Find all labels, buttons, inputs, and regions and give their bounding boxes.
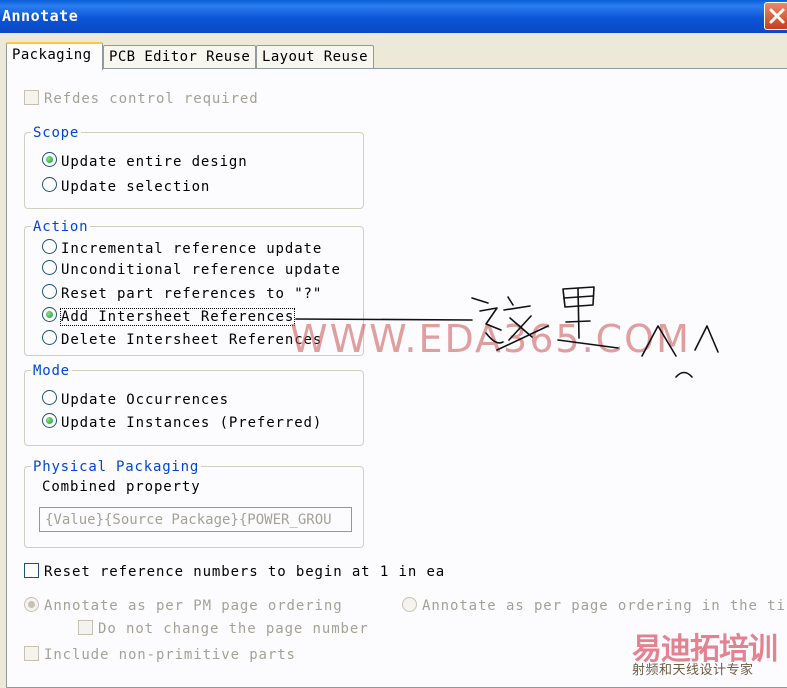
tab-packaging[interactable]: Packaging — [6, 42, 103, 70]
action-unconditional-radio[interactable] — [42, 260, 57, 275]
ordering-pm-label: Annotate as per PM page ordering — [44, 598, 343, 614]
action-reset-part-radio[interactable] — [42, 284, 57, 299]
action-incremental-label: Incremental reference update — [61, 241, 323, 257]
tab-packaging-label: Packaging — [12, 47, 92, 63]
action-legend: Action — [31, 219, 91, 235]
scope-entire-design-radio[interactable] — [42, 152, 57, 167]
do-not-change-page-label: Do not change the page number — [98, 621, 369, 637]
action-add-intersheet-label: Add Intersheet References — [59, 308, 296, 326]
mode-group — [24, 370, 364, 446]
combined-property-field[interactable]: {Value}{Source Package}{POWER_GROU — [39, 507, 352, 532]
combined-property-label: Combined property — [42, 479, 201, 495]
close-icon — [769, 8, 785, 24]
refdes-control-label: Refdes control required — [44, 91, 259, 107]
action-unconditional-label: Unconditional reference update — [61, 262, 341, 278]
mode-occurrences-radio[interactable] — [42, 390, 57, 405]
scope-selection-radio[interactable] — [42, 177, 57, 192]
do-not-change-page-checkbox[interactable] — [78, 620, 93, 635]
close-button[interactable] — [764, 2, 787, 30]
ordering-page-label: Annotate as per page ordering in the ti — [422, 598, 786, 614]
tab-pcb-editor-reuse[interactable]: PCB Editor Reuse — [103, 45, 256, 69]
mode-instances-label: Update Instances (Preferred) — [61, 415, 323, 431]
scope-selection-label: Update selection — [61, 179, 211, 195]
tab-pcb-editor-reuse-label: PCB Editor Reuse — [109, 49, 251, 65]
tab-layout-reuse[interactable]: Layout Reuse — [256, 45, 374, 69]
action-incremental-radio[interactable] — [42, 239, 57, 254]
reset-numbers-checkbox[interactable] — [24, 563, 39, 578]
scope-legend: Scope — [31, 125, 82, 141]
reset-numbers-label: Reset reference numbers to begin at 1 in… — [44, 564, 446, 580]
scope-group — [24, 132, 364, 209]
mode-legend: Mode — [31, 363, 72, 379]
ordering-page-radio[interactable] — [402, 597, 417, 612]
action-delete-intersheet-radio[interactable] — [42, 330, 57, 345]
non-primitive-label: Include non-primitive parts — [44, 647, 296, 663]
refdes-control-checkbox[interactable] — [24, 90, 39, 105]
mode-occurrences-label: Update Occurrences — [61, 392, 229, 408]
action-delete-intersheet-label: Delete Intersheet References — [61, 332, 323, 348]
title-bar: Annotate — [0, 0, 787, 33]
tab-layout-reuse-label: Layout Reuse — [262, 49, 368, 65]
action-reset-part-label: Reset part references to "?" — [61, 286, 323, 302]
non-primitive-checkbox[interactable] — [24, 646, 39, 661]
scope-entire-design-label: Update entire design — [61, 154, 248, 170]
ordering-pm-radio[interactable] — [24, 597, 39, 612]
physical-packaging-legend: Physical Packaging — [31, 459, 202, 475]
window-title: Annotate — [2, 7, 79, 25]
mode-instances-radio[interactable] — [42, 413, 57, 428]
action-add-intersheet-radio[interactable] — [42, 307, 57, 322]
